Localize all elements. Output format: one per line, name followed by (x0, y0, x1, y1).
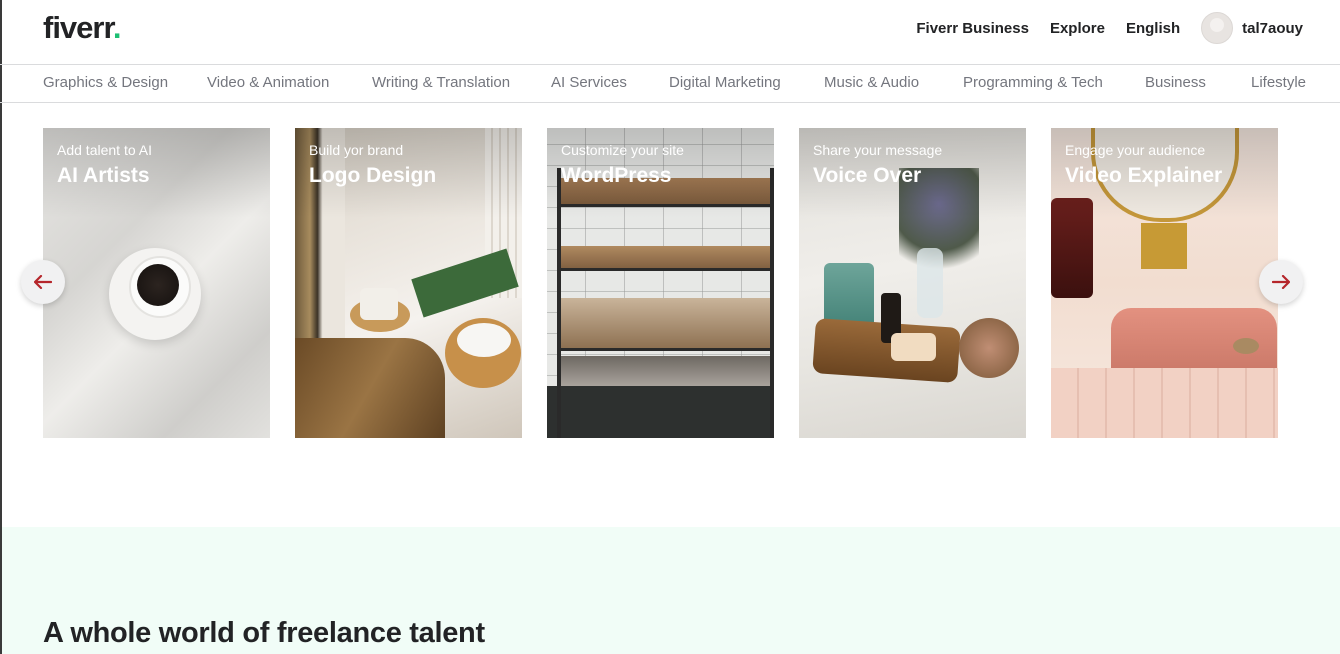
username[interactable]: tal7aouy (1242, 20, 1303, 37)
card-title: Voice Over (813, 164, 922, 187)
card-title: WordPress (561, 164, 672, 187)
service-card-video-explainer[interactable]: Engage your audience Video Explainer (1051, 128, 1278, 438)
category-graphics-design[interactable]: Graphics & Design (43, 74, 168, 91)
header-nav: Fiverr Business Explore English tal7aouy (916, 0, 1303, 56)
service-card-ai-artists[interactable]: Add talent to AI AI Artists (43, 128, 270, 438)
arrow-right-icon (1272, 275, 1290, 289)
carousel-prev-button[interactable] (21, 260, 65, 304)
category-digital-marketing[interactable]: Digital Marketing (669, 74, 781, 91)
top-header: fiverr. Fiverr Business Explore English … (0, 0, 1340, 65)
service-card-wordpress[interactable]: Customize your site WordPress (547, 128, 774, 438)
category-video-animation[interactable]: Video & Animation (207, 74, 329, 91)
freelance-talent-section: A whole world of freelance talent (2, 527, 1340, 654)
category-writing-translation[interactable]: Writing & Translation (372, 74, 510, 91)
fiverr-logo[interactable]: fiverr. (43, 10, 121, 46)
card-title: AI Artists (57, 164, 150, 187)
card-subtitle: Share your message (813, 142, 943, 158)
service-card-voice-over[interactable]: Share your message Voice Over (799, 128, 1026, 438)
card-subtitle: Customize your site (561, 142, 684, 158)
carousel-next-button[interactable] (1259, 260, 1303, 304)
card-title: Video Explainer (1065, 164, 1223, 187)
avatar[interactable] (1201, 12, 1234, 44)
category-business[interactable]: Business (1145, 74, 1206, 91)
category-lifestyle[interactable]: Lifestyle (1251, 74, 1306, 91)
card-subtitle: Add talent to AI (57, 142, 152, 158)
arrow-left-icon (34, 275, 52, 289)
fiverr-business-link[interactable]: Fiverr Business (916, 20, 1029, 37)
card-subtitle: Engage your audience (1065, 142, 1206, 158)
category-music-audio[interactable]: Music & Audio (824, 74, 919, 91)
category-menu: Graphics & Design Video & Animation Writ… (0, 65, 1340, 103)
user-menu[interactable]: tal7aouy (1201, 12, 1303, 44)
service-card-logo-design[interactable]: Build yor brand Logo Design (295, 128, 522, 438)
language-link[interactable]: English (1126, 20, 1180, 37)
section-title: A whole world of freelance talent (43, 617, 485, 649)
explore-link[interactable]: Explore (1050, 20, 1105, 37)
category-ai-services[interactable]: AI Services (551, 74, 627, 91)
card-subtitle: Build yor brand (309, 142, 404, 158)
category-programming-tech[interactable]: Programming & Tech (963, 74, 1103, 91)
card-title: Logo Design (309, 164, 437, 187)
